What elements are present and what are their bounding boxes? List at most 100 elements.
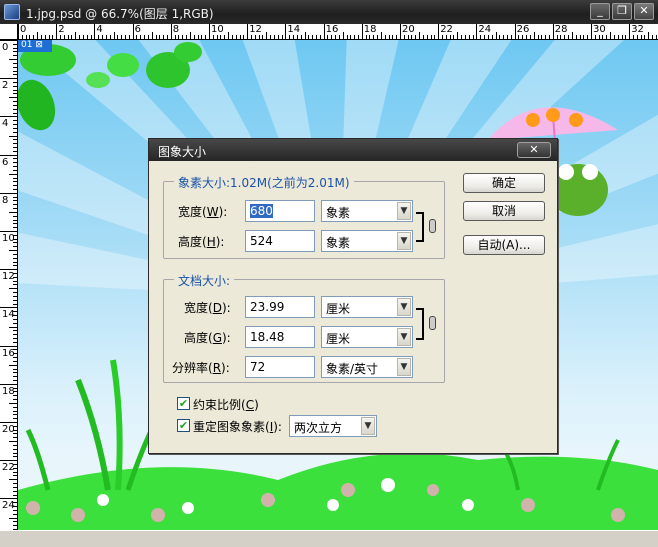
resample-checkbox[interactable]: ✔ xyxy=(177,419,190,432)
link-bracket xyxy=(416,212,424,242)
doc-width-input[interactable]: 23.99 xyxy=(245,296,315,318)
resample-method-select[interactable]: 两次立方 ▼ xyxy=(289,415,377,437)
ruler-tick xyxy=(606,35,608,39)
vertical-ruler[interactable]: 0 2 4 6 8 10 12 14 16 18 20 22 24 xyxy=(0,40,18,530)
ruler-tick xyxy=(384,35,386,39)
ok-button[interactable]: 确定 xyxy=(463,173,545,193)
ruler-tick xyxy=(212,35,214,39)
close-window-button[interactable]: ✕ xyxy=(634,3,654,20)
ruler-tick xyxy=(13,525,17,527)
ruler-tick xyxy=(350,35,352,39)
ruler-label: 0 xyxy=(2,42,9,53)
resolution-input[interactable]: 72 xyxy=(245,356,315,378)
ruler-tick xyxy=(13,43,17,45)
ruler-tick xyxy=(29,35,31,39)
ruler-tick xyxy=(13,66,17,68)
resolution-row: 分辨率(R): 72 象素/英寸 ▼ xyxy=(164,356,444,378)
chevron-down-icon[interactable]: ▼ xyxy=(397,232,411,250)
ruler-tick xyxy=(13,150,17,152)
ruler-tick xyxy=(13,410,17,412)
ruler-origin[interactable] xyxy=(0,24,18,40)
ruler-tick xyxy=(270,35,272,39)
ruler-tick xyxy=(13,104,17,106)
ruler-tick xyxy=(13,456,17,458)
window-title: 1.jpg.psd @ 66.7%(图层 1,RGB) xyxy=(26,7,214,21)
ruler-label: 22 xyxy=(2,462,15,474)
ruler-tick xyxy=(258,35,260,39)
ruler-tick xyxy=(13,513,17,515)
chevron-down-icon[interactable]: ▼ xyxy=(397,358,411,376)
constrain-proportions-row[interactable]: ✔ 约束比例(C) xyxy=(177,395,297,413)
doc-height-input[interactable]: 18.48 xyxy=(245,326,315,348)
pixel-height-input[interactable]: 524 xyxy=(245,230,315,252)
ruler-tick xyxy=(13,51,17,53)
pixel-height-unit-select[interactable]: 象素 ▼ xyxy=(321,230,413,252)
ruler-label: 14 xyxy=(2,309,15,321)
ruler-tick xyxy=(13,208,17,210)
ruler-tick xyxy=(147,35,149,39)
ruler-tick xyxy=(13,55,17,57)
ruler-tick xyxy=(216,35,218,39)
ruler-tick xyxy=(652,35,654,39)
chevron-down-icon[interactable]: ▼ xyxy=(397,202,411,220)
ruler-tick xyxy=(518,35,520,39)
ruler-label: 6 xyxy=(134,24,141,35)
dialog-close-button[interactable]: ✕ xyxy=(517,142,551,158)
ruler-tick xyxy=(13,494,17,496)
ruler-label: 30 xyxy=(593,24,606,35)
minimize-button[interactable]: _ xyxy=(590,3,610,20)
ruler-tick xyxy=(13,70,17,72)
ruler-tick xyxy=(281,35,283,39)
ruler-tick xyxy=(13,185,17,187)
ruler-tick xyxy=(170,24,172,39)
document-size-legend: 文档大小: xyxy=(174,272,235,289)
ruler-tick xyxy=(128,35,130,39)
chevron-down-icon[interactable]: ▼ xyxy=(361,417,375,435)
ruler-tick xyxy=(25,35,27,39)
ruler-tick xyxy=(109,35,111,39)
auto-button[interactable]: 自动(A)... xyxy=(463,235,545,255)
ruler-tick xyxy=(541,35,543,39)
ruler-tick xyxy=(377,35,379,39)
doc-width-unit-select[interactable]: 厘米 ▼ xyxy=(321,296,413,318)
ruler-tick xyxy=(9,250,17,252)
pixel-width-unit-select[interactable]: 象素 ▼ xyxy=(321,200,413,222)
ruler-tick xyxy=(499,35,501,39)
ruler-tick xyxy=(415,35,417,39)
resolution-unit-select[interactable]: 象素/英寸 ▼ xyxy=(321,356,413,378)
ruler-tick xyxy=(0,78,17,80)
ruler-tick xyxy=(13,62,17,64)
ruler-tick xyxy=(13,82,17,84)
ruler-tick xyxy=(438,24,440,39)
chevron-down-icon[interactable]: ▼ xyxy=(397,298,411,316)
doc-height-unit-select[interactable]: 厘米 ▼ xyxy=(321,326,413,348)
ruler-tick xyxy=(117,35,119,39)
ruler-tick xyxy=(102,35,104,39)
ruler-tick xyxy=(13,246,17,248)
restore-button[interactable]: ❐ xyxy=(612,3,632,20)
ruler-tick xyxy=(13,188,17,190)
ruler-tick xyxy=(13,158,17,160)
ruler-tick xyxy=(220,35,222,39)
title-bar[interactable]: 1.jpg.psd @ 66.7%(图层 1,RGB) _ ❐ ✕ xyxy=(0,0,658,24)
horizontal-ruler[interactable]: 0 2 4 6 8 10 12 14 16 18 20 22 24 26 28 30 32 xyxy=(18,24,658,40)
ruler-tick xyxy=(434,35,436,39)
ruler-tick xyxy=(13,406,17,408)
cancel-button[interactable]: 取消 xyxy=(463,201,545,221)
ruler-tick xyxy=(587,35,589,39)
ruler-tick xyxy=(151,32,153,39)
ruler-tick xyxy=(419,32,421,39)
constrain-proportions-checkbox[interactable]: ✔ xyxy=(177,397,190,410)
dialog-title-bar[interactable]: 图象大小 ✕ xyxy=(149,139,557,161)
ruler-tick xyxy=(174,35,176,39)
ruler-tick xyxy=(94,24,96,39)
pixel-width-input[interactable]: 680 xyxy=(245,200,315,222)
chevron-down-icon[interactable]: ▼ xyxy=(397,328,411,346)
ruler-tick xyxy=(621,35,623,39)
ruler-tick xyxy=(13,265,17,267)
ruler-label: 18 xyxy=(363,24,377,35)
ruler-tick xyxy=(9,326,17,328)
pixel-width-row: 宽度(W): 680 象素 ▼ xyxy=(164,200,444,222)
ruler-label: 26 xyxy=(516,24,530,35)
ruler-tick xyxy=(9,135,17,137)
